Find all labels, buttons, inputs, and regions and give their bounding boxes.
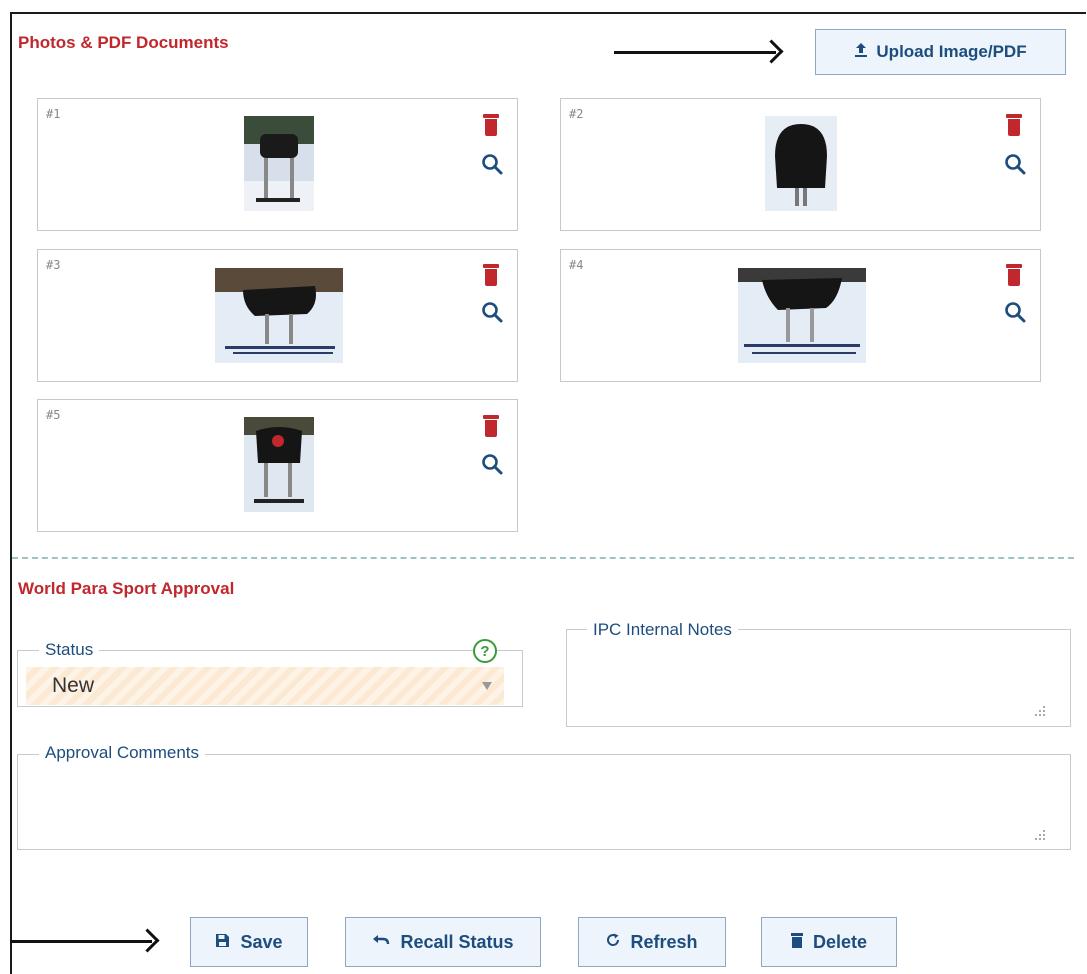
magnifier-icon[interactable] [481, 153, 503, 175]
upload-icon [854, 42, 868, 62]
photo-number: #5 [46, 408, 61, 422]
photo-number: #1 [46, 107, 61, 121]
photo-card-2: #2 [560, 98, 1041, 231]
magnifier-icon[interactable] [1004, 153, 1026, 175]
photo-thumbnail[interactable] [738, 268, 866, 363]
resize-handle-icon[interactable] [1035, 830, 1045, 840]
recall-status-button[interactable]: Recall Status [345, 917, 541, 967]
undo-icon [372, 933, 390, 951]
status-select[interactable]: New [26, 667, 504, 705]
recall-status-label: Recall Status [400, 931, 514, 952]
trash-icon[interactable] [1006, 264, 1022, 286]
magnifier-icon[interactable] [481, 301, 503, 323]
refresh-icon [606, 933, 620, 951]
annotation-arrow-upload [614, 51, 776, 54]
status-value: New [52, 674, 95, 697]
delete-button[interactable]: Delete [761, 917, 897, 967]
approval-comments-label: Approval Comments [39, 743, 206, 763]
photo-card-4: #4 [560, 249, 1041, 382]
trash-icon[interactable] [1006, 114, 1022, 136]
photo-thumbnail[interactable] [244, 116, 314, 211]
photo-card-3: #3 [37, 249, 518, 382]
magnifier-icon[interactable] [481, 453, 503, 475]
photo-card-1: #1 [37, 98, 518, 231]
delete-label: Delete [812, 931, 868, 952]
internal-notes-label: IPC Internal Notes [587, 620, 738, 640]
approval-section-title: World Para Sport Approval [18, 579, 235, 598]
save-label: Save [240, 931, 283, 952]
photo-thumbnail[interactable] [244, 417, 314, 512]
section-divider [12, 557, 1074, 559]
floppy-disk-icon [215, 933, 230, 952]
status-label: Status [39, 640, 100, 660]
trash-icon[interactable] [483, 114, 499, 136]
trash-icon[interactable] [483, 415, 499, 437]
question-circle-icon[interactable]: ? [473, 639, 497, 663]
approval-comments-field[interactable] [17, 754, 1071, 850]
trash-icon[interactable] [483, 264, 499, 286]
photo-number: #2 [569, 107, 584, 121]
trash-icon [790, 932, 803, 952]
annotation-arrow-save [10, 940, 152, 943]
refresh-button[interactable]: Refresh [578, 917, 726, 967]
save-button[interactable]: Save [190, 917, 308, 967]
photo-thumbnail[interactable] [215, 268, 343, 363]
photo-card-5: #5 [37, 399, 518, 532]
chevron-down-icon [482, 682, 492, 690]
upload-image-pdf-button[interactable]: Upload Image/PDF [815, 29, 1066, 75]
photo-number: #4 [569, 258, 584, 272]
photos-section-title: Photos & PDF Documents [18, 33, 229, 52]
photo-thumbnail[interactable] [765, 116, 837, 211]
upload-button-label: Upload Image/PDF [876, 42, 1027, 61]
photo-number: #3 [46, 258, 61, 272]
refresh-label: Refresh [630, 931, 698, 952]
resize-handle-icon[interactable] [1035, 706, 1045, 716]
internal-notes-field[interactable] [566, 629, 1071, 727]
magnifier-icon[interactable] [1004, 301, 1026, 323]
